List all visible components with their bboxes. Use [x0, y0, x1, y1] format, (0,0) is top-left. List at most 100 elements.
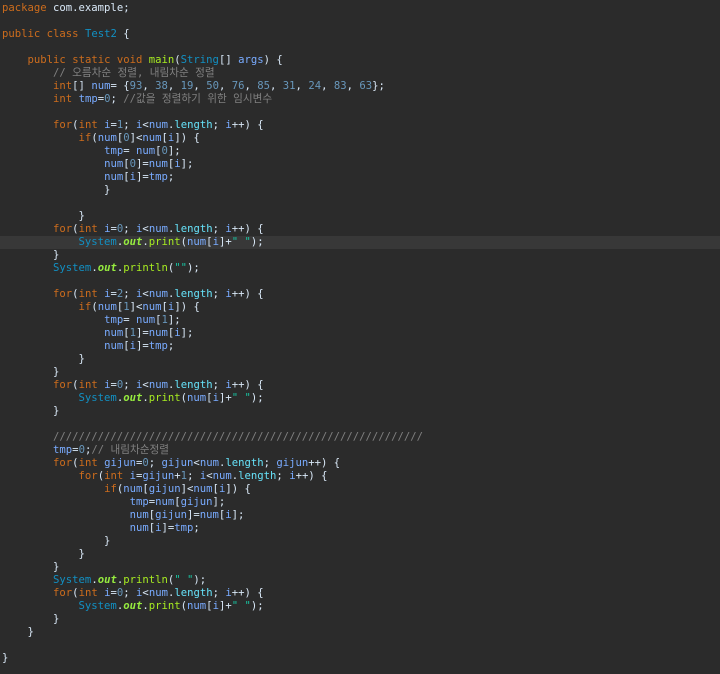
code-line[interactable]: int tmp=0; //값을 정렬하기 위한 임시변수 — [0, 93, 720, 106]
code-line[interactable] — [0, 418, 720, 431]
code-line[interactable]: if(num[1]<num[i]) { — [0, 301, 720, 314]
code-token: System — [78, 600, 117, 612]
code-line[interactable] — [0, 275, 720, 288]
code-token: num — [148, 223, 168, 235]
code-token: num — [148, 327, 168, 339]
code-line[interactable]: for(int i=0; i<num.length; i++) { — [0, 223, 720, 236]
code-token: println — [123, 574, 168, 586]
code-token: // 내림차순정렬 — [91, 444, 169, 456]
code-line[interactable]: num[0]=num[i]; — [0, 158, 720, 171]
code-token: static — [72, 54, 111, 66]
code-line[interactable]: tmp=0;// 내림차순정렬 — [0, 444, 720, 457]
code-line[interactable]: // 오름차순 정렬, 내림차순 정렬 — [0, 67, 720, 80]
code-token: 19 — [180, 80, 194, 92]
code-line[interactable]: tmp= num[0]; — [0, 145, 720, 158]
code-token: ]= — [135, 327, 149, 339]
code-line[interactable]: } — [0, 626, 720, 639]
code-line[interactable]: num[i]=tmp; — [0, 340, 720, 353]
code-line[interactable]: } — [0, 405, 720, 418]
code-token: } — [2, 626, 34, 638]
code-line[interactable]: } — [0, 353, 720, 366]
code-token: ); — [187, 262, 200, 274]
code-line[interactable]: num[i]=tmp; — [0, 522, 720, 535]
code-line[interactable]: System.out.print(num[i]+" "); — [0, 600, 720, 613]
code-line[interactable] — [0, 106, 720, 119]
code-line[interactable] — [0, 639, 720, 652]
code-line[interactable]: for(int i=1; i<num.length; i++) { — [0, 119, 720, 132]
code-token: int — [53, 93, 73, 105]
code-line[interactable]: System.out.print(num[i]+" "); — [0, 392, 720, 405]
code-token: = — [123, 314, 136, 326]
code-line[interactable]: public class Test2 { — [0, 28, 720, 41]
code-editor[interactable]: package com.example; public class Test2 {… — [0, 0, 720, 674]
code-token: 93 — [129, 80, 143, 92]
code-line[interactable]: num[i]=tmp; — [0, 171, 720, 184]
code-line[interactable]: for(int i=2; i<num.length; i++) { — [0, 288, 720, 301]
code-token: ); — [193, 574, 207, 586]
code-token: args — [238, 54, 264, 66]
code-token: ]= — [135, 171, 149, 183]
code-line[interactable]: for(int gijun=0; gijun<num.length; gijun… — [0, 457, 720, 470]
code-line[interactable]: for(int i=0; i<num.length; i++) { — [0, 379, 720, 392]
code-token: } — [2, 353, 85, 365]
code-line[interactable]: if(num[gijun]<num[i]) { — [0, 483, 720, 496]
code-token: , — [295, 80, 309, 92]
code-token: ; — [123, 288, 137, 300]
code-line[interactable]: } — [0, 210, 720, 223]
code-line[interactable]: package com.example; — [0, 2, 720, 15]
code-token: tmp — [148, 171, 168, 183]
code-line[interactable]: tmp= num[1]; — [0, 314, 720, 327]
code-token: num — [123, 483, 143, 495]
code-line[interactable]: } — [0, 548, 720, 561]
code-token: out — [123, 392, 143, 404]
code-token: 31 — [282, 80, 296, 92]
code-line[interactable]: } — [0, 561, 720, 574]
code-token: ]< — [129, 132, 143, 144]
code-token: num — [187, 600, 207, 612]
code-token: num — [91, 80, 111, 92]
code-token: , — [270, 80, 283, 92]
code-token: ]) { — [174, 132, 200, 144]
code-line[interactable]: } — [0, 184, 720, 197]
code-line[interactable]: System.out.println(" "); — [0, 574, 720, 587]
code-token: ////////////////////////////////////////… — [53, 431, 423, 443]
code-line[interactable]: System.out.println(""); — [0, 262, 720, 275]
code-token: num — [135, 145, 156, 157]
code-line[interactable]: System.out.print(num[i]+" "); — [0, 236, 720, 249]
code-token: ; — [187, 470, 200, 482]
code-line[interactable]: if(num[0]<num[i]) { — [0, 132, 720, 145]
code-token: ]= — [135, 158, 149, 170]
code-token: main — [148, 54, 175, 66]
code-token: num — [129, 522, 149, 534]
code-line[interactable]: } — [0, 366, 720, 379]
code-token: gijun — [161, 457, 194, 469]
code-line[interactable]: num[gijun]=num[i]; — [0, 509, 720, 522]
code-token: ]= — [161, 522, 175, 534]
code-line[interactable] — [0, 15, 720, 28]
code-line[interactable]: } — [0, 652, 720, 665]
code-line[interactable]: for(int i=0; i<num.length; i++) { — [0, 587, 720, 600]
code-token: System — [78, 392, 117, 404]
code-token: 76 — [231, 80, 245, 92]
code-token: num — [187, 392, 207, 404]
code-line[interactable]: for(int i=gijun+1; i<num.length; i++) { — [0, 470, 720, 483]
code-token: for — [53, 457, 73, 469]
code-line[interactable]: tmp=num[gijun]; — [0, 496, 720, 509]
code-token: ]; — [231, 509, 245, 521]
code-line[interactable] — [0, 41, 720, 54]
code-token: num — [155, 496, 175, 508]
code-token: num — [104, 158, 124, 170]
code-line[interactable]: } — [0, 535, 720, 548]
code-token: ]+ — [218, 392, 232, 404]
code-line[interactable]: } — [0, 613, 720, 626]
code-line[interactable]: ////////////////////////////////////////… — [0, 431, 720, 444]
code-line[interactable]: public static void main(String[] args) { — [0, 54, 720, 67]
code-line[interactable]: int[] num= {93, 38, 19, 50, 76, 85, 31, … — [0, 80, 720, 93]
code-line[interactable]: } — [0, 249, 720, 262]
code-token: num — [148, 288, 168, 300]
code-line[interactable]: num[1]=num[i]; — [0, 327, 720, 340]
code-token: ]= — [135, 340, 149, 352]
code-token: ]; — [180, 327, 194, 339]
code-line[interactable] — [0, 197, 720, 210]
